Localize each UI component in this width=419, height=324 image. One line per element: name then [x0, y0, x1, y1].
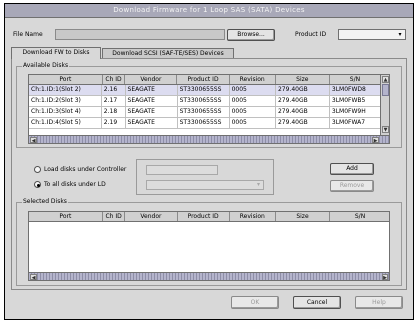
cell-vendor: SEAGATE: [126, 85, 178, 95]
cell-size: 279.40GB: [276, 118, 330, 128]
cell-revision: 0005: [230, 118, 276, 128]
radio-load-under-controller-label: Load disks under Controller: [44, 166, 127, 173]
cell-revision: 0005: [230, 85, 276, 95]
cell-size: 279.40GB: [276, 85, 330, 95]
cell-vendor: SEAGATE: [126, 107, 178, 117]
column-header-product-id[interactable]: Product ID: [178, 212, 230, 221]
logical-drive-combo[interactable]: ▾: [146, 180, 264, 190]
available-disks-table[interactable]: Port Ch ID Vendor Product ID Revision Si…: [28, 74, 390, 144]
column-header-port[interactable]: Port: [29, 75, 103, 84]
radio-load-under-controller[interactable]: [34, 166, 41, 173]
cell-port: Ch:1.ID:3(Slot 4): [29, 107, 102, 117]
cell-port: Ch:1.ID:2(Slot 3): [29, 96, 102, 106]
chevron-down-icon: ▾: [398, 31, 402, 38]
tab-panel: Available Disks Port Ch ID Vendor Produc…: [11, 58, 407, 290]
controller-combo[interactable]: [146, 165, 218, 175]
cell-product-id: ST3300655SS: [178, 107, 230, 117]
table-row[interactable]: Ch:1.ID:4(Slot 5) 2.19 SEAGATE ST3300655…: [29, 118, 380, 129]
column-header-revision[interactable]: Revision: [230, 212, 276, 221]
radio-all-under-ld[interactable]: [34, 181, 41, 188]
add-button[interactable]: Add: [330, 163, 374, 175]
scroll-left-icon[interactable]: ◀: [30, 274, 37, 280]
selected-disks-table[interactable]: Port Ch ID Vendor Product ID Revision Si…: [28, 211, 390, 281]
column-header-vendor[interactable]: Vendor: [125, 212, 178, 221]
column-header-product-id[interactable]: Product ID: [177, 75, 230, 84]
scroll-left-icon[interactable]: ◀: [30, 137, 37, 143]
scroll-thumb[interactable]: [382, 84, 389, 96]
cell-product-id: ST3300655SS: [178, 96, 230, 106]
column-header-vendor[interactable]: Vendor: [125, 75, 178, 84]
title-bar: Download Firmware for 1 Loop SAS (SATA) …: [5, 4, 413, 18]
selected-disks-header: Port Ch ID Vendor Product ID Revision Si…: [29, 212, 389, 222]
cell-sn: 3LM0FWB5: [331, 97, 366, 104]
available-disks-title: Available Disks: [22, 62, 70, 70]
column-header-size[interactable]: Size: [276, 212, 331, 221]
help-button[interactable]: Help: [355, 296, 403, 309]
file-name-field[interactable]: [55, 29, 225, 40]
table-row[interactable]: Ch:1.ID:3(Slot 4) 2.18 SEAGATE ST3300655…: [29, 107, 380, 118]
cell-size: 279.40GB: [276, 107, 330, 117]
selected-horizontal-scrollbar[interactable]: ◀ ▶: [29, 272, 389, 280]
cell-port: Ch:1.ID:4(Slot 5): [29, 118, 102, 128]
product-id-combo[interactable]: ▾: [338, 29, 406, 40]
column-header-revision[interactable]: Revision: [230, 75, 276, 84]
dialog-window: Download Firmware for 1 Loop SAS (SATA) …: [4, 3, 414, 320]
radio-all-under-ld-label: To all disks under LD: [44, 181, 106, 188]
browse-button[interactable]: Browse...: [227, 29, 275, 41]
selected-disks-title: Selected Disks: [22, 198, 68, 206]
available-vertical-scrollbar[interactable]: ▲ ▼: [380, 75, 389, 135]
file-name-label: File Name: [13, 31, 43, 38]
scroll-up-icon[interactable]: ▲: [382, 76, 389, 83]
cancel-button[interactable]: Cancel: [293, 296, 341, 309]
scroll-right-icon[interactable]: ▶: [382, 274, 388, 280]
scroll-down-icon[interactable]: ▼: [382, 126, 389, 133]
chevron-down-icon: ▾: [256, 181, 260, 188]
product-id-label: Product ID: [295, 31, 327, 38]
column-header-ch-id[interactable]: Ch ID: [103, 212, 126, 221]
cell-port: Ch:1.ID:1(Slot 2): [29, 85, 102, 95]
cell-sn: 3LM0FWA7: [331, 119, 366, 126]
cell-product-id: ST3300655SS: [178, 118, 230, 128]
cell-revision: 0005: [230, 107, 276, 117]
cell-product-id: ST3300655SS: [178, 85, 230, 95]
column-header-ch-id[interactable]: Ch ID: [103, 75, 126, 84]
tab-download-fw-to-disks[interactable]: Download FW to Disks: [11, 47, 101, 59]
cell-vendor: SEAGATE: [126, 96, 178, 106]
cell-ch-id: 2.16: [102, 85, 126, 95]
table-row[interactable]: Ch:1.ID:2(Slot 3) 2.17 SEAGATE ST3300655…: [29, 96, 380, 107]
column-header-size[interactable]: Size: [276, 75, 330, 84]
available-disks-header: Port Ch ID Vendor Product ID Revision Si…: [29, 75, 380, 129]
cell-sn: 3LM0FWD8: [331, 86, 366, 93]
table-row[interactable]: Ch:1.ID:1(Slot 2) 2.16 SEAGATE ST3300655…: [29, 85, 380, 96]
cell-vendor: SEAGATE: [126, 118, 178, 128]
remove-button[interactable]: Remove: [330, 180, 374, 192]
ok-button[interactable]: OK: [231, 296, 279, 309]
available-horizontal-scrollbar[interactable]: ◀ ▶: [29, 135, 389, 143]
cell-size: 279.40GB: [276, 96, 330, 106]
cell-ch-id: 2.19: [102, 118, 126, 128]
column-header-sn[interactable]: S/N: [330, 212, 389, 221]
cell-sn: 3LM0FW9H: [331, 108, 366, 115]
column-header-port[interactable]: Port: [29, 212, 103, 221]
cell-revision: 0005: [230, 96, 276, 106]
cell-ch-id: 2.17: [102, 96, 126, 106]
cell-ch-id: 2.18: [102, 107, 126, 117]
column-header-sn[interactable]: S/N: [330, 75, 380, 84]
scroll-right-icon[interactable]: ▶: [372, 137, 379, 143]
